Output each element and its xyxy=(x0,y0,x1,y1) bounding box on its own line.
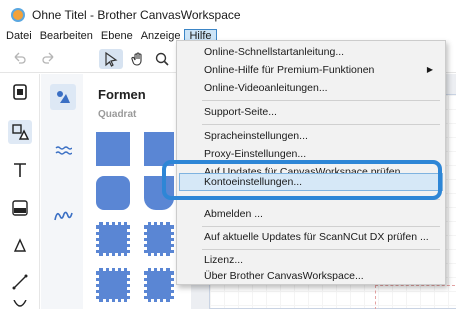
shape-zigzag-square-2[interactable] xyxy=(144,222,174,256)
menu-bearbeiten[interactable]: Bearbeiten xyxy=(36,29,97,43)
menu-item-scanncut-updates[interactable]: Auf aktuelle Updates für ScanNCut DX prü… xyxy=(177,228,445,246)
curve-tool-icon[interactable] xyxy=(8,300,32,309)
shape-rounded-square[interactable] xyxy=(96,176,130,210)
canvasworkspace-logo-icon xyxy=(10,7,26,23)
category-lettering-icon[interactable] xyxy=(50,202,76,228)
document-tool-icon[interactable] xyxy=(8,80,32,104)
menu-separator xyxy=(202,100,440,101)
hand-icon[interactable] xyxy=(127,49,149,69)
category-borders-icon[interactable] xyxy=(50,138,76,164)
menu-item-logout[interactable]: Abmelden ... xyxy=(177,205,445,223)
title-bar: Ohne Titel - Brother CanvasWorkspace xyxy=(0,0,456,29)
shape-square[interactable] xyxy=(96,132,130,166)
menu-item-premium-help[interactable]: Online-Hilfe für Premium-Funktionen ▶ xyxy=(177,61,445,79)
shape-scalloped-square-2[interactable] xyxy=(144,268,174,302)
category-basic-shapes-icon[interactable] xyxy=(50,84,76,110)
menu-separator xyxy=(202,124,440,125)
menu-item-quickstart[interactable]: Online-Schnellstartanleitung... xyxy=(177,43,445,61)
menu-separator xyxy=(202,226,440,227)
menu-ebene[interactable]: Ebene xyxy=(97,29,137,43)
chevron-right-icon: ▶ xyxy=(426,65,433,74)
menu-item-about[interactable]: Über Brother CanvasWorkspace... xyxy=(177,267,445,285)
undo-icon[interactable] xyxy=(8,49,30,69)
redo-icon[interactable] xyxy=(38,49,60,69)
svg-tool-icon[interactable] xyxy=(8,196,32,220)
menu-item-premium-help-label: Online-Hilfe für Premium-Funktionen xyxy=(204,64,375,76)
text-tool-icon[interactable] xyxy=(8,158,32,182)
shape-zigzag-square[interactable] xyxy=(96,222,130,256)
window-title: Ohne Titel - Brother CanvasWorkspace xyxy=(32,7,241,22)
menu-item-language[interactable]: Spracheinstellungen... xyxy=(177,127,445,145)
shape-outline-tool-icon[interactable] xyxy=(8,234,32,258)
shape-scalloped-square[interactable] xyxy=(96,268,130,302)
menu-separator xyxy=(202,249,440,250)
mat-boundary xyxy=(375,285,455,309)
panel-title: Formen xyxy=(98,87,146,102)
menu-datei[interactable]: Datei xyxy=(2,29,36,43)
line-tool-icon[interactable] xyxy=(8,270,32,294)
tool-rail xyxy=(0,74,40,309)
zoom-icon[interactable] xyxy=(151,49,173,69)
menu-item-support[interactable]: Support-Seite... xyxy=(177,103,445,121)
select-arrow-icon[interactable] xyxy=(99,49,123,69)
callout-highlight-frame xyxy=(162,160,442,200)
shape-categories xyxy=(41,74,83,309)
panel-subtitle: Quadrat xyxy=(98,109,137,120)
menu-item-video-tutorials[interactable]: Online-Videoanleitungen... xyxy=(177,79,445,97)
shapes-tool-icon[interactable] xyxy=(8,120,32,144)
